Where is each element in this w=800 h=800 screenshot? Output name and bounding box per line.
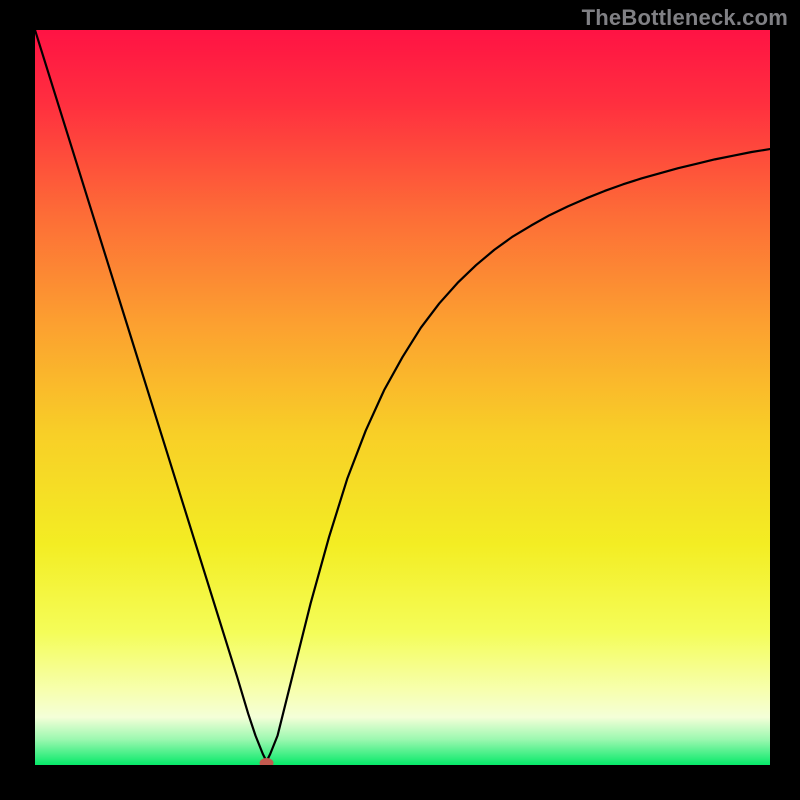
chart-frame: TheBottleneck.com <box>0 0 800 800</box>
plot-area <box>35 30 770 765</box>
watermark-text: TheBottleneck.com <box>582 5 788 31</box>
chart-svg <box>35 30 770 765</box>
gradient-background <box>35 30 770 765</box>
